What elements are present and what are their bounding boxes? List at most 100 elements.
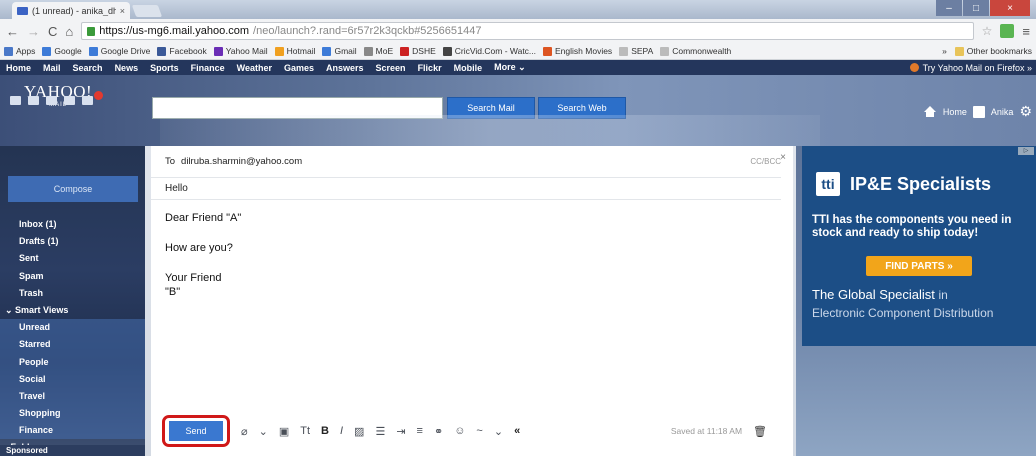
sidebar-item[interactable]: Inbox (1) [0,216,145,233]
notepad-app-icon[interactable] [64,96,75,105]
sidebar-item[interactable]: Spam [0,268,145,285]
home-link[interactable]: Home [943,107,967,117]
sidebar-item[interactable]: Starred [0,336,145,354]
bullet-list-icon[interactable]: ☰ [375,425,385,438]
sidebar-item[interactable]: Shopping [0,405,145,423]
ccbcc-link[interactable]: CC/BCC [750,157,781,166]
sidebar-item[interactable]: Social [0,370,145,388]
sidebar-item[interactable]: Sent [0,250,145,267]
find-parts-button[interactable]: FIND PARTS » [866,256,972,276]
send-button[interactable]: Send [169,421,223,441]
compose-button[interactable]: Compose [8,176,138,202]
yahoo-nav-item[interactable]: News [115,63,151,73]
home-icon[interactable] [923,106,937,117]
back-button[interactable]: ← [6,24,19,39]
yahoo-nav-item[interactable]: Answers [326,63,376,73]
indent-icon[interactable]: ⇥ [396,425,405,438]
bookmark-item[interactable]: MoE [363,46,393,56]
bold-icon[interactable]: B [321,425,329,437]
bookmark-item[interactable]: CricVid.Com - Watc... [442,46,536,56]
bookmark-item[interactable]: Google [42,46,82,56]
text-color-icon[interactable]: ▨ [354,425,364,438]
url-path: /neo/launch?.rand=6r57r2k3qckb#525665144… [253,25,482,37]
yahoo-nav-item[interactable]: Mail [43,63,73,73]
gear-icon[interactable]: ⚙ [1019,103,1032,120]
yahoo-nav-item[interactable]: Sports [150,63,191,73]
trash-icon[interactable]: 🗑 [753,425,767,438]
messenger-app-icon[interactable] [82,96,93,105]
yahoo-nav-item[interactable]: Games [284,63,326,73]
other-bookmarks[interactable]: Other bookmarks [954,46,1032,56]
stationery-icon[interactable]: ~ [476,425,482,437]
minimize-button[interactable]: – [936,0,962,16]
firefox-promo[interactable]: Try Yahoo Mail on Firefox » [909,63,1032,73]
font-size-icon[interactable]: Tt [300,425,310,437]
close-icon[interactable]: × [780,152,786,163]
maximize-button[interactable]: □ [963,0,989,16]
align-icon[interactable]: ≡ [417,425,423,437]
search-input[interactable] [152,97,443,119]
yahoo-nav-item[interactable]: Home [4,63,43,73]
forward-button[interactable]: → [27,24,40,39]
bookmark-item[interactable]: Yahoo Mail [213,46,268,56]
home-icon[interactable]: ⌂ [65,24,73,39]
sponsored-label: Sponsored [0,445,145,456]
yahoo-nav-item[interactable]: Mobile [454,63,495,73]
yahoo-nav-item[interactable]: Finance [191,63,237,73]
yahoo-nav-item[interactable]: Search [73,63,115,73]
bookmark-item[interactable]: English Movies [543,46,612,56]
subject-field[interactable]: Hello [151,178,781,200]
browser-tab[interactable]: (1 unread) - anika_dhaka × [12,2,130,19]
bookmark-item[interactable]: Google Drive [88,46,150,56]
search-web-button[interactable]: Search Web [538,97,626,119]
chevron-down-icon[interactable]: ⌄ [494,425,503,438]
yahoo-nav-item[interactable]: Screen [376,63,418,73]
ad-banner[interactable]: ▷ tti IP&E Specialists TTI has the compo… [802,146,1036,346]
bookmark-item[interactable]: Commonwealth [660,46,731,56]
profile-icon[interactable] [972,105,985,118]
sidebar-item[interactable]: Travel [0,387,145,406]
bookmark-item[interactable]: Apps [4,46,35,56]
to-field[interactable]: dilruba.sharmin@yahoo.com [181,156,302,167]
italic-icon[interactable]: I [340,425,343,437]
chevron-right-icon[interactable]: » [942,46,947,56]
search-mail-button[interactable]: Search Mail [447,97,535,119]
bookmark-item[interactable]: SEPA [619,46,653,56]
calendar-app-icon[interactable] [46,96,57,105]
user-name[interactable]: Anika [991,107,1014,117]
bookmark-item[interactable]: Facebook [157,46,207,56]
tab-close-button[interactable]: × [120,6,125,16]
yahoo-nav-item[interactable]: Flickr [418,63,454,73]
collapse-toolbar-icon[interactable]: « [514,425,520,437]
sidebar-item[interactable]: Unread [0,319,145,337]
reload-button[interactable]: C [48,24,57,39]
image-icon[interactable]: ▣ [279,425,289,438]
menu-icon[interactable]: ≡ [1022,24,1030,39]
sidebar-item[interactable]: Drafts (1) [0,233,145,250]
new-tab-button[interactable] [131,5,163,17]
extension-icon[interactable] [1000,24,1015,38]
bookmark-item[interactable]: Gmail [322,46,357,56]
contacts-app-icon[interactable] [28,96,39,105]
sidebar-item[interactable]: People [0,353,145,371]
chevron-down-icon[interactable]: ⌄ [259,425,268,438]
message-body[interactable]: Dear Friend "A" How are you? Your Friend… [165,211,765,299]
ad-tagline: TTI has the components you need in stock… [812,214,1012,239]
yahoo-nav-item[interactable]: Weather [237,63,284,73]
browser-tab-strip: (1 unread) - anika_dhaka × – □ × [0,0,1036,19]
yahoo-nav-item[interactable]: More ⌄ [494,62,538,73]
sidebar-item[interactable]: Trash [0,285,145,302]
bookmark-star-icon[interactable]: ☆ [982,24,993,38]
mail-app-icon[interactable] [10,96,21,105]
attach-icon[interactable]: ⌀ [241,425,248,438]
bookmark-item[interactable]: Hotmail [274,46,315,56]
sidebar-item[interactable]: ⌄ Smart Views [0,302,145,319]
app-icon-row [10,91,103,105]
window-close-button[interactable]: × [990,0,1030,16]
link-icon[interactable]: ⚭ [434,425,443,438]
emoji-icon[interactable]: ☺ [454,425,465,437]
sidebar-item[interactable]: Finance [0,422,145,440]
adchoices-icon[interactable]: ▷ [1018,147,1034,155]
url-field[interactable]: https://us-mg6.mail.yahoo.com /neo/launc… [81,22,974,40]
bookmark-item[interactable]: DSHE [400,46,436,56]
